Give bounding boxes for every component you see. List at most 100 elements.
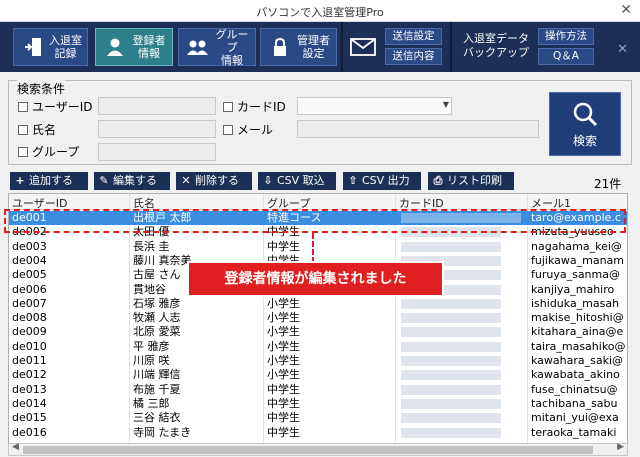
cell-name: 川端 輝信	[133, 368, 181, 382]
cell-card-id-redacted	[401, 413, 501, 424]
cell-user-id: de004	[12, 253, 47, 267]
plus-icon: +	[15, 174, 25, 187]
cell-name: 川原 咲	[133, 354, 170, 367]
cell-group: 小学生	[267, 368, 300, 382]
search-button[interactable]: 検索	[549, 92, 621, 156]
cell-email: kawabata_akino	[531, 368, 620, 382]
scroll-right-icon[interactable]: ▶	[617, 442, 624, 452]
window-title: パソコンで入退室管理Pro	[256, 6, 384, 19]
cell-user-id: de016	[12, 425, 47, 439]
checkbox-icon	[18, 147, 28, 157]
cell-user-id: de008	[12, 311, 47, 325]
close-icon[interactable]: ✕	[620, 2, 632, 18]
cell-name: 三谷 結衣	[133, 411, 181, 425]
send-content-button[interactable]: 送信内容	[385, 48, 442, 65]
checkin-record-label: 入退室 記録	[49, 34, 82, 60]
register-info-button[interactable]: 登録者 情報	[95, 28, 173, 66]
checkin-record-button[interactable]: 入退室 記録	[13, 28, 88, 66]
cell-email: nagahama_kei@	[531, 239, 622, 253]
cell-card-id-redacted	[401, 241, 501, 252]
cell-email: mitani_yui@exa	[531, 411, 619, 425]
csv-export-button[interactable]: ⇧ CSV 出力	[343, 172, 421, 190]
group-info-button[interactable]: グループ 情報	[178, 27, 256, 67]
cell-email: taira_masahiko@	[531, 339, 626, 353]
search-icon	[550, 101, 620, 130]
cell-name: 古屋 さん	[133, 268, 181, 282]
email-field[interactable]	[297, 120, 539, 138]
admin-settings-button[interactable]: 管理者 設定	[260, 28, 337, 66]
table-row[interactable]: de008 牧瀬 人志 小学生 makise_hitoshi@	[9, 311, 627, 325]
table-row[interactable]: de011 川原 咲 小学生 kawahara_saki@	[9, 354, 627, 368]
table-row[interactable]: de003 長浜 圭 中学生 nagahama_kei@	[9, 239, 627, 254]
delete-button[interactable]: ✕ 削除する	[176, 172, 252, 190]
cell-card-id-redacted	[401, 327, 501, 338]
group-icon	[187, 36, 209, 58]
group-checkbox[interactable]: グループ	[18, 143, 79, 160]
table-row[interactable]: de009 北原 愛菜 小学生 kitahara_aina@e	[9, 325, 627, 339]
table-row[interactable]: de016 寺岡 たまき 中学生 teraoka_tamaki	[9, 425, 627, 440]
cell-card-id-redacted	[401, 398, 501, 409]
add-button[interactable]: + 追加する	[10, 172, 88, 190]
table-row[interactable]: de007 石塚 雅彦 小学生 ishiduka_masah	[9, 296, 627, 311]
group-info-label: グループ 情報	[215, 27, 249, 67]
scrollbar-thumb[interactable]	[23, 446, 593, 454]
cell-user-id: de011	[12, 354, 47, 367]
user-id-field[interactable]	[98, 97, 216, 115]
backup-button[interactable]: 入退室データ バックアップ	[456, 32, 536, 60]
print-label: リスト印刷	[447, 174, 502, 187]
email-label: メール	[237, 123, 274, 137]
mail-icon	[345, 28, 381, 66]
checkbox-icon	[18, 102, 28, 112]
csv-import-button[interactable]: ⇩ CSV 取込	[258, 172, 336, 190]
cell-card-id-redacted	[401, 298, 501, 309]
import-icon: ⇩	[263, 174, 273, 187]
name-field[interactable]	[98, 120, 216, 138]
export-icon: ⇧	[348, 174, 358, 187]
table-row[interactable]: de012 川端 輝信 小学生 kawabata_akino	[9, 368, 627, 382]
table-row[interactable]: de013 布施 千夏 中学生 fuse_chinatsu@	[9, 382, 627, 397]
search-conditions-panel: 検索条件 ユーザーID カードID ▼ 氏名 メール グループ	[8, 80, 632, 165]
table-row[interactable]: de014 橘 三郎 中学生 tachibana_sabu	[9, 396, 627, 411]
send-settings-button[interactable]: 送信設定	[385, 28, 442, 45]
table-row[interactable]: de010 平 雅彦 小学生 taira_masahiko@	[9, 339, 627, 354]
cell-card-id-redacted	[401, 370, 501, 381]
toolbar-divider	[341, 22, 343, 72]
email-checkbox[interactable]: メール	[223, 121, 273, 138]
close-icon[interactable]: ✕	[617, 42, 628, 57]
highlight-connector	[312, 233, 314, 263]
checkbox-icon	[18, 125, 28, 135]
qa-button[interactable]: Q＆A	[538, 48, 594, 65]
cell-name: 長浜 圭	[133, 239, 170, 253]
cell-group: 中学生	[267, 411, 300, 425]
register-info-label: 登録者 情報	[132, 34, 166, 60]
group-label: グループ	[32, 145, 80, 159]
howto-button[interactable]: 操作方法	[538, 28, 594, 45]
cell-user-id: de006	[12, 282, 47, 296]
cell-email: ishiduka_masah	[531, 296, 620, 310]
name-label: 氏名	[32, 123, 57, 137]
name-checkbox[interactable]: 氏名	[18, 121, 56, 138]
card-id-select[interactable]: ▼	[297, 97, 452, 115]
user-id-label: ユーザーID	[32, 100, 93, 114]
search-legend: 検索条件	[17, 80, 66, 97]
cell-name: 布施 千夏	[133, 382, 181, 396]
horizontal-scrollbar[interactable]: ◀ ▶	[8, 442, 628, 456]
cell-card-id-redacted	[401, 356, 501, 366]
cell-name: 北原 愛菜	[133, 325, 181, 339]
table-row[interactable]: de015 三谷 結衣 中学生 mitani_yui@exa	[9, 411, 627, 425]
cell-group: 小学生	[267, 354, 300, 367]
scroll-left-icon[interactable]: ◀	[12, 442, 19, 452]
cell-email: fujikawa_manam	[531, 253, 624, 267]
csv-export-label: CSV 出力	[362, 174, 410, 187]
card-id-checkbox[interactable]: カードID	[223, 98, 286, 115]
print-list-button[interactable]: ⎙ リスト印刷	[428, 172, 514, 190]
cell-group: 中学生	[267, 239, 300, 253]
cell-group: 中学生	[267, 396, 300, 410]
cell-name: 牧瀬 人志	[133, 311, 181, 325]
cell-email: makise_hitoshi@	[531, 311, 624, 325]
edit-button[interactable]: ✎ 編集する	[94, 172, 170, 190]
record-count: 21件	[594, 177, 622, 191]
group-field[interactable]	[98, 143, 216, 161]
user-id-checkbox[interactable]: ユーザーID	[18, 98, 93, 115]
cell-group: 小学生	[267, 325, 300, 339]
